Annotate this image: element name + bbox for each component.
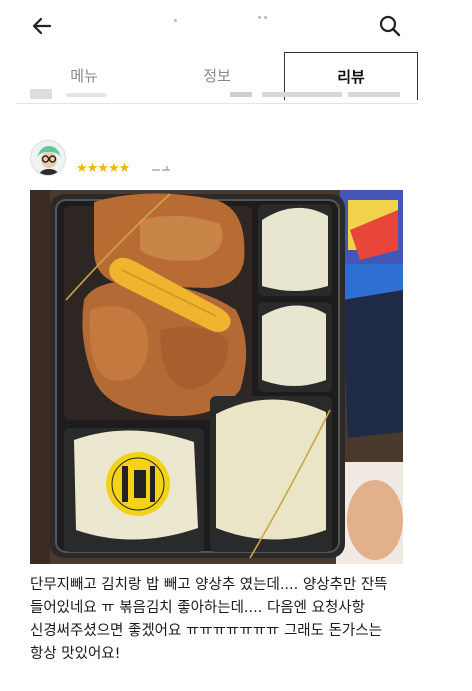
previous-review-edge: [16, 86, 418, 104]
review-text: 단무지빼고 김치랑 밥 빼고 양상추 였는데.... 양상추만 잔뜩 들어있네요…: [30, 574, 440, 666]
lunchbox-image: [30, 190, 403, 564]
back-button[interactable]: [26, 10, 58, 42]
blurred-title: [172, 16, 272, 24]
review-line: 신경써주셨으면 좋겠어요 ㅠㅠㅠㅠㅠㅠㅠ 그래도 돈가스는: [30, 623, 382, 639]
blurred-date: [152, 166, 170, 171]
search-icon: [379, 15, 401, 37]
top-bar: [0, 0, 472, 50]
avatar-image: [31, 141, 65, 175]
rating-stars: ★★★★★: [76, 161, 130, 176]
avatar[interactable]: [30, 140, 66, 176]
review-line: 항상 맛있어요!: [30, 646, 121, 662]
search-button[interactable]: [374, 10, 406, 42]
review-line: 단무지빼고 김치랑 밥 빼고 양상추 였는데.... 양상추만 잔뜩: [30, 577, 388, 593]
review-line: 들어있네요 ㅠ 볶음김치 좋아하는데.... 다음엔 요청사항: [30, 600, 365, 616]
back-arrow-icon: [32, 17, 52, 35]
review-photo[interactable]: [30, 190, 403, 564]
